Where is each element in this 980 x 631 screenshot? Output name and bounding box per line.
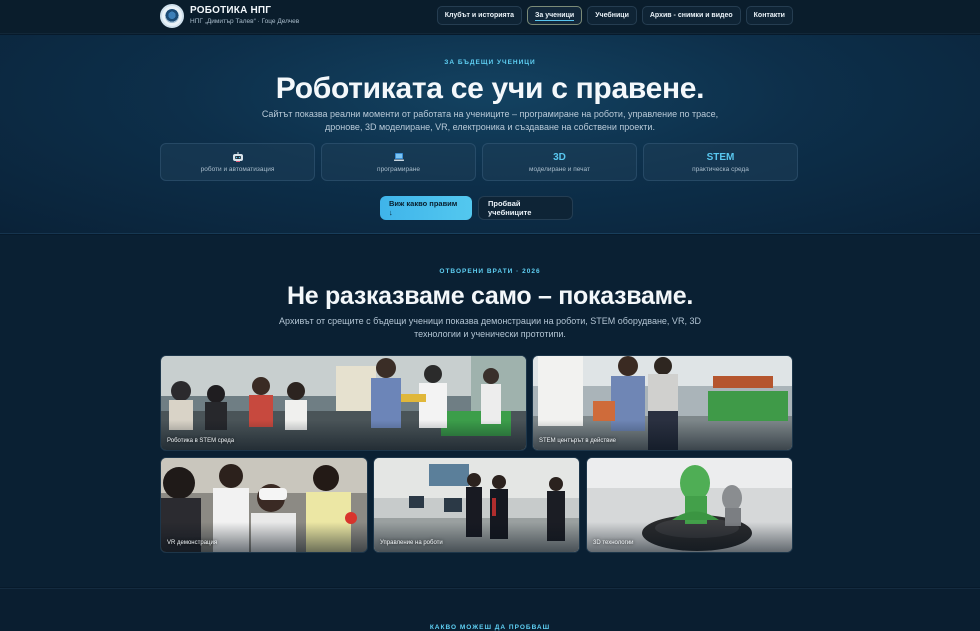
open-doors-description: Архивът от срещите с бъдещи ученици пока…: [279, 316, 701, 339]
open-doors-title: Не разказваме само – показваме.: [286, 282, 694, 310]
robot-icon: [232, 151, 244, 164]
see-what-we-do-button[interactable]: Виж какво правим ↓: [380, 196, 472, 220]
feature-card-programming: програмиране: [321, 143, 476, 181]
feature-label: практическа среда: [692, 166, 749, 173]
hero-title: Роботиката се учи с правене.: [275, 72, 705, 105]
photo-caption: VR демонстрация: [167, 540, 218, 546]
feature-cards: роботи и автоматизация програмиране 3D м…: [160, 143, 798, 181]
nav-item-archive[interactable]: Архив - снимки и видео: [641, 6, 741, 25]
photo-robot-control[interactable]: Управление на роботи: [373, 457, 580, 553]
school-logo: [160, 4, 184, 28]
laptop-icon: [393, 151, 405, 164]
open-doors-eyebrow: ОТВОРЕНИ ВРАТИ · 2026: [439, 268, 541, 275]
hero-eyebrow: ЗА БЪДЕЩИ УЧЕНИЦИ: [444, 59, 536, 66]
feature-label: програмиране: [377, 166, 420, 173]
brand-title: РОБОТИКА НПГ: [190, 5, 272, 16]
brand-subtitle: НПГ „Димитър Талев“ · Гоце Делчев: [190, 18, 300, 25]
photo-caption: Роботика в STEM среда: [167, 438, 235, 444]
try-section: КАКВО МОЖЕШ ДА ПРОБВАШ: [0, 588, 980, 631]
photo-3d-tech[interactable]: 3D технологии: [586, 457, 793, 553]
feature-badge: STEM: [706, 152, 735, 163]
try-textbooks-button[interactable]: Пробвай учебниците: [478, 196, 573, 220]
hero-section: ЗА БЪДЕЩИ УЧЕНИЦИ Роботиката се учи с пр…: [0, 35, 980, 234]
nav-item-textbooks[interactable]: Учебници: [587, 6, 637, 25]
nav-item-for-students[interactable]: За ученици: [526, 6, 583, 25]
feature-label: роботи и автоматизация: [200, 166, 275, 173]
top-navigation: РОБОТИКА НПГ НПГ „Димитър Талев“ · Гоце …: [0, 0, 980, 34]
feature-card-stem: STEM практическа среда: [643, 143, 798, 181]
photo-caption: Управление на роботи: [380, 540, 443, 546]
feature-badge: 3D: [553, 152, 566, 163]
feature-label: моделиране и печат: [529, 166, 590, 173]
nav-item-contacts[interactable]: Контакти: [745, 6, 793, 25]
brand[interactable]: РОБОТИКА НПГ НПГ „Димитър Талев“ · Гоце …: [160, 4, 299, 28]
photo-stem-center[interactable]: STEM центърът в действие: [532, 355, 793, 451]
nav-item-club-history[interactable]: Клубът и историята: [436, 6, 522, 25]
hero-description: Сайтът показва реални моменти от работат…: [261, 109, 719, 132]
feature-card-3d: 3D моделиране и печат: [482, 143, 637, 181]
try-section-eyebrow: КАКВО МОЖЕШ ДА ПРОБВАШ: [429, 624, 551, 631]
photo-caption: 3D технологии: [593, 540, 634, 546]
feature-card-robots: роботи и автоматизация: [160, 143, 315, 181]
hero-actions: Виж какво правим ↓ Пробвай учебниците: [380, 196, 573, 220]
photo-robotics-stem[interactable]: Роботика в STEM среда: [160, 355, 527, 451]
photo-vr-demo[interactable]: VR демонстрация: [160, 457, 368, 553]
photo-caption: STEM центърът в действие: [539, 438, 617, 444]
main-menu: Клубът и историята За ученици Учебници А…: [436, 6, 793, 25]
open-doors-section: ОТВОРЕНИ ВРАТИ · 2026 Не разказваме само…: [0, 235, 980, 587]
